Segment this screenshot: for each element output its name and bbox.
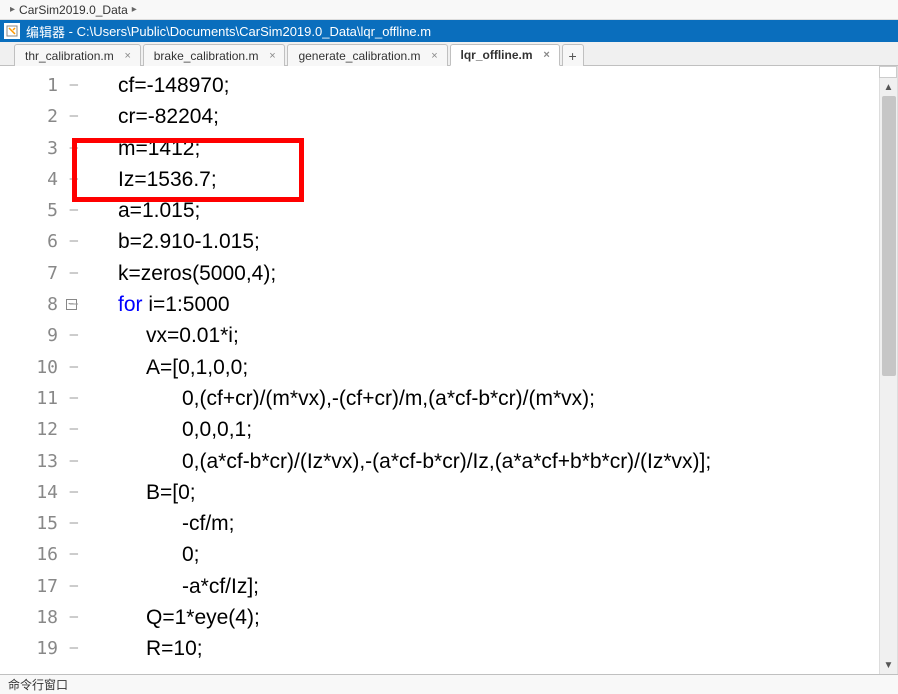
code-line[interactable]: 0;: [118, 539, 879, 570]
keyword: for: [118, 293, 143, 316]
code-line[interactable]: -a*cf/Iz];: [118, 571, 879, 602]
line-number: 4: [14, 164, 64, 195]
code-line[interactable]: b=2.910-1.015;: [118, 226, 879, 257]
code-line[interactable]: A=[0,1,0,0;: [118, 352, 879, 383]
scroll-indicator: [879, 66, 897, 78]
tab-label: lqr_offline.m: [461, 48, 533, 62]
line-number-gutter: 12345678910111213141516171819: [14, 66, 64, 674]
close-icon[interactable]: ×: [266, 50, 278, 62]
code-line[interactable]: cf=-148970;: [118, 70, 879, 101]
tab-generate-calibration[interactable]: generate_calibration.m ×: [287, 44, 447, 66]
line-number: 7: [14, 258, 64, 289]
editor-area: 12345678910111213141516171819 − cf=-1489…: [0, 66, 898, 674]
line-number: 13: [14, 446, 64, 477]
status-label: 命令行窗口: [8, 676, 68, 693]
code-line[interactable]: -cf/m;: [118, 508, 879, 539]
tab-label: generate_calibration.m: [298, 49, 420, 63]
code-line[interactable]: 0,0,0,1;: [118, 414, 879, 445]
vertical-scrollbar[interactable]: ▲ ▼: [879, 66, 897, 674]
tab-label: brake_calibration.m: [154, 49, 259, 63]
line-number: 5: [14, 195, 64, 226]
code-line[interactable]: for i=1:5000: [118, 289, 879, 320]
code-line[interactable]: Iz=1536.7;: [118, 164, 879, 195]
code-line[interactable]: B=[0;: [118, 477, 879, 508]
close-icon[interactable]: ×: [541, 49, 553, 61]
line-number: 6: [14, 226, 64, 257]
close-icon[interactable]: ×: [429, 50, 441, 62]
code-line[interactable]: m=1412;: [118, 133, 879, 164]
line-number: 11: [14, 383, 64, 414]
editor-titlebar: 编辑器 - C:\Users\Public\Documents\CarSim20…: [0, 20, 898, 42]
code-line[interactable]: Q=1*eye(4);: [118, 602, 879, 633]
line-number: 10: [14, 352, 64, 383]
editor-title-sep: -: [65, 24, 77, 39]
tab-label: thr_calibration.m: [25, 49, 114, 63]
code-line[interactable]: R=10;: [118, 633, 879, 664]
line-number: 8: [14, 289, 64, 320]
line-number: 12: [14, 414, 64, 445]
code-line[interactable]: vx=0.01*i;: [118, 320, 879, 351]
line-number: 9: [14, 320, 64, 351]
code-area[interactable]: cf=-148970;cr=-82204;m=1412;Iz=1536.7;a=…: [78, 66, 879, 674]
line-number: 16: [14, 539, 64, 570]
close-icon[interactable]: ×: [122, 50, 134, 62]
code-text: i=1:5000: [143, 293, 230, 316]
add-tab-button[interactable]: +: [562, 44, 584, 66]
breadcrumb-sep-icon: ▸: [132, 4, 137, 15]
line-number: 17: [14, 571, 64, 602]
line-number: 15: [14, 508, 64, 539]
line-number: 2: [14, 101, 64, 132]
breadcrumb: ▸ CarSim2019.0_Data ▸: [0, 0, 898, 20]
line-number: 3: [14, 133, 64, 164]
tab-lqr-offline[interactable]: lqr_offline.m ×: [450, 44, 560, 66]
editor-icon: [4, 23, 20, 39]
breadcrumb-sep-icon: ▸: [10, 4, 15, 15]
line-number: 18: [14, 602, 64, 633]
gutter-margin: [0, 66, 14, 674]
code-line[interactable]: 0,(cf+cr)/(m*vx),-(cf+cr)/m,(a*cf-b*cr)/…: [118, 383, 879, 414]
breadcrumb-item[interactable]: CarSim2019.0_Data: [19, 3, 128, 17]
line-number: 19: [14, 633, 64, 664]
code-line[interactable]: k=zeros(5000,4);: [118, 258, 879, 289]
editor-title-label: 编辑器: [26, 22, 65, 41]
tab-thr-calibration[interactable]: thr_calibration.m ×: [14, 44, 141, 66]
line-number: 14: [14, 477, 64, 508]
scroll-thumb[interactable]: [882, 96, 896, 376]
tab-strip: thr_calibration.m × brake_calibration.m …: [0, 42, 898, 66]
tab-brake-calibration[interactable]: brake_calibration.m ×: [143, 44, 286, 66]
editor-title-path: C:\Users\Public\Documents\CarSim2019.0_D…: [77, 24, 432, 39]
scroll-down-arrow-icon[interactable]: ▼: [880, 656, 897, 674]
code-line[interactable]: cr=-82204;: [118, 101, 879, 132]
code-line[interactable]: a=1.015;: [118, 195, 879, 226]
scroll-up-arrow-icon[interactable]: ▲: [880, 78, 897, 96]
code-line[interactable]: 0,(a*cf-b*cr)/(Iz*vx),-(a*cf-b*cr)/Iz,(a…: [118, 446, 879, 477]
status-bar: 命令行窗口: [0, 674, 898, 694]
line-number: 1: [14, 70, 64, 101]
